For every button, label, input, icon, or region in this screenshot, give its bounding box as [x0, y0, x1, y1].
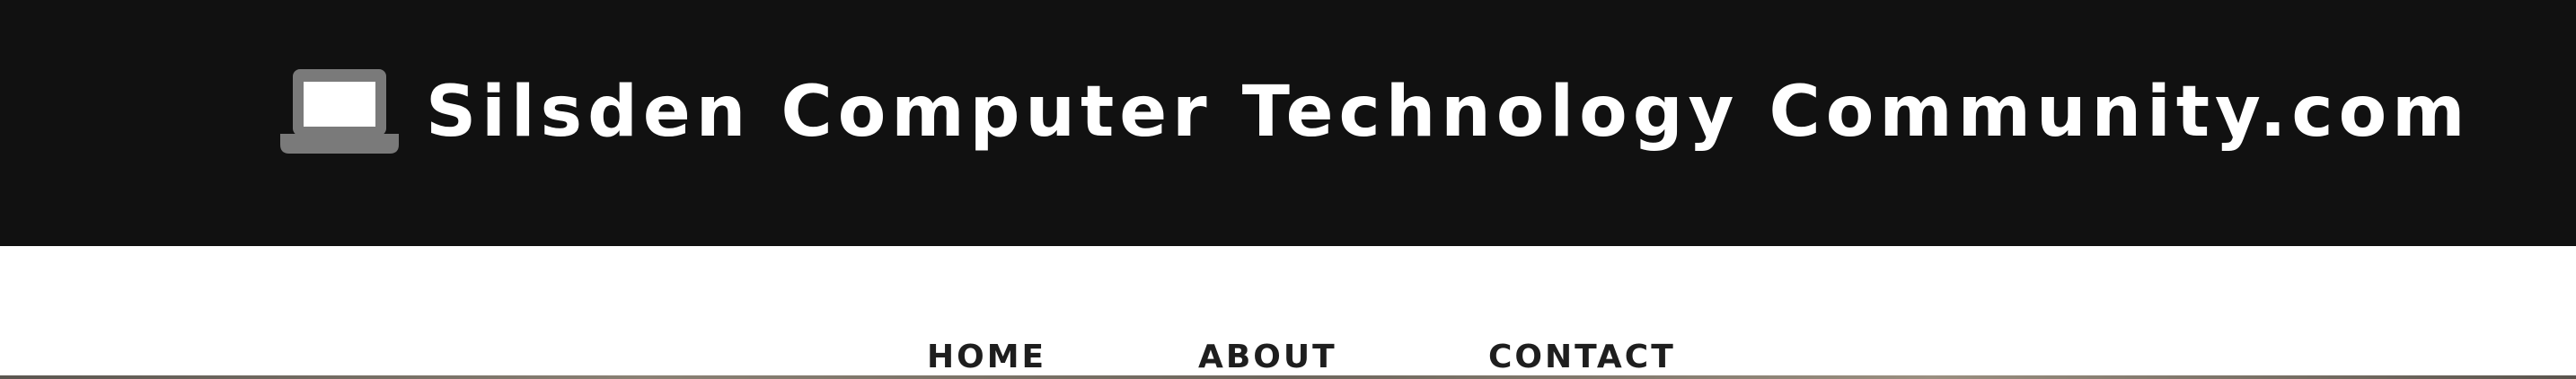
content-image-edge — [0, 375, 2576, 379]
site-title: Silsden Computer Technology Community.co… — [426, 72, 2471, 153]
site-header: Silsden Computer Technology Community.co… — [0, 0, 2576, 246]
laptop-icon — [280, 69, 399, 154]
nav-item-home[interactable]: HOME — [927, 336, 1046, 379]
nav-item-contact[interactable]: CONTACT — [1488, 336, 1676, 379]
site-brand[interactable]: Silsden Computer Technology Community.co… — [280, 56, 2470, 169]
nav-item-about[interactable]: ABOUT — [1198, 336, 1337, 379]
main-navigation: HOME ABOUT CONTACT — [0, 336, 2576, 379]
